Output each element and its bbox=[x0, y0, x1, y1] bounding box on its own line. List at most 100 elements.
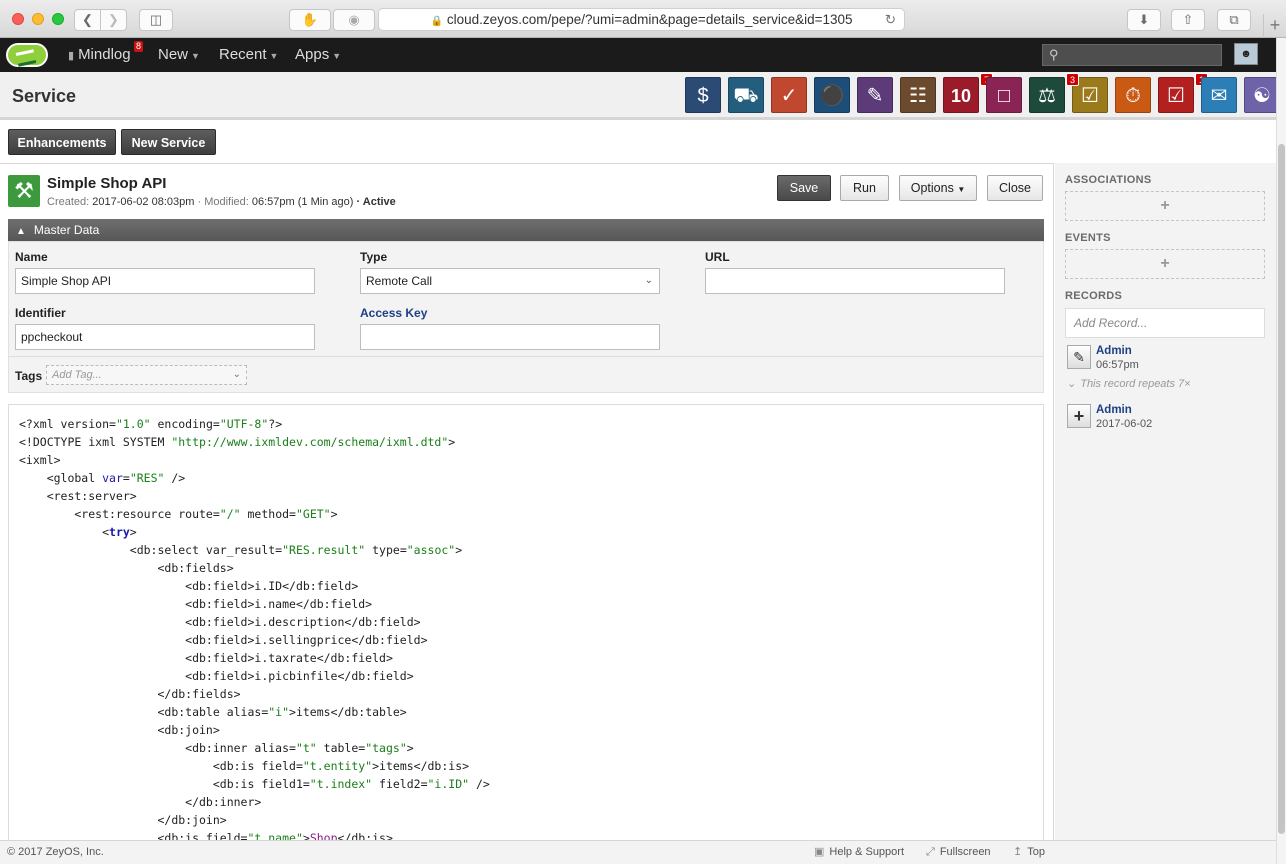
save-button[interactable]: Save bbox=[777, 175, 831, 201]
pencil-icon: ✎ bbox=[1067, 345, 1091, 369]
chevron-down-icon: ▼ bbox=[332, 51, 342, 61]
created-label: Created: bbox=[47, 196, 90, 208]
access-key-input[interactable] bbox=[360, 324, 660, 350]
modified-value: 06:57pm (1 Min ago) bbox=[251, 196, 354, 208]
mail-app-icon[interactable]: ✉ bbox=[1201, 77, 1237, 113]
repeat-note[interactable]: ⌄ This record repeats 7× bbox=[1067, 377, 1191, 390]
campaigns-badge: 3 bbox=[1066, 73, 1080, 86]
deals-app-icon[interactable]: ☯ bbox=[1244, 77, 1280, 113]
code-line: <db:select var_result="RES.result" type=… bbox=[19, 543, 463, 557]
record-author[interactable]: Admin bbox=[1096, 404, 1132, 416]
footer: © 2017 ZeyOS, Inc. ▣ Help & Support ⤢ Full… bbox=[0, 840, 1276, 864]
close-window-button[interactable] bbox=[12, 13, 24, 25]
url-input[interactable] bbox=[705, 268, 1005, 294]
code-line: <db:field>i.name</db:field> bbox=[19, 597, 373, 611]
sidebar-toggle-icon[interactable]: ◫ bbox=[139, 9, 173, 31]
top-link[interactable]: ↥ Top bbox=[1013, 841, 1045, 864]
code-line: <db:table alias="i">items</db:table> bbox=[19, 705, 407, 719]
support-app-icon[interactable]: ⚫ bbox=[814, 77, 850, 113]
contracts-app-icon[interactable]: ✎ bbox=[857, 77, 893, 113]
help-support-link[interactable]: ▣ Help & Support bbox=[814, 841, 904, 864]
extension-icon[interactable]: ✋ bbox=[289, 9, 331, 31]
options-button[interactable]: Options ▼ bbox=[899, 175, 977, 201]
share-icon[interactable]: ⇧ bbox=[1171, 9, 1205, 31]
code-line: <db:is field="t.entity">items</db:is> bbox=[19, 759, 470, 773]
add-record-input[interactable]: Add Record... bbox=[1065, 308, 1265, 338]
add-association-button[interactable]: + bbox=[1065, 191, 1265, 221]
deliveries-app-icon[interactable]: ⛟ bbox=[728, 77, 764, 113]
type-select[interactable]: Remote Call ⌄ bbox=[360, 268, 660, 294]
tags-input[interactable]: Add Tag... ⌄ bbox=[46, 365, 247, 385]
back-icon[interactable]: ❮ bbox=[74, 9, 101, 31]
code-line: <try> bbox=[19, 525, 137, 539]
master-data-form: Name Simple Shop API Type Remote Call ⌄ U… bbox=[8, 241, 1044, 393]
chevron-down-icon: ⌄ bbox=[1067, 378, 1077, 390]
calendar-day: 10 bbox=[950, 86, 972, 106]
tab-new-service[interactable]: New Service bbox=[121, 129, 216, 155]
scrollbar-thumb[interactable] bbox=[1278, 144, 1285, 834]
lock-icon: 🔒 bbox=[430, 16, 443, 27]
tasks-app-icon[interactable]: ✓ bbox=[771, 77, 807, 113]
global-search-input[interactable]: ⚲ bbox=[1042, 44, 1222, 66]
run-button[interactable]: Run bbox=[840, 175, 889, 201]
url-text: cloud.zeyos.com/pepe/?umi=admin&page=det… bbox=[446, 12, 853, 27]
page-scrollbar[interactable] bbox=[1276, 38, 1286, 864]
page-header: Service $ ⛟ ✓ ⚫ ✎ ☷ 10 7 □ ⚖ ☑ 3 ⏱ ☑ 1 ✉… bbox=[0, 72, 1280, 120]
forward-icon[interactable]: ❯ bbox=[100, 9, 127, 31]
expand-icon: ⤢ bbox=[926, 846, 935, 858]
records-label: RECORDS bbox=[1065, 290, 1123, 302]
documents-app-icon[interactable]: ☑ bbox=[1158, 77, 1194, 113]
record-title: Simple Shop API bbox=[47, 175, 167, 192]
mindlog-badge: 8 bbox=[134, 41, 144, 52]
chevron-down-icon: ▼ bbox=[191, 51, 200, 61]
events-label: EVENTS bbox=[1065, 232, 1111, 244]
tabs-overview-icon[interactable]: ⧉ bbox=[1217, 9, 1251, 31]
close-button[interactable]: Close bbox=[987, 175, 1043, 201]
tab-enhancements[interactable]: Enhancements bbox=[8, 129, 116, 155]
new-tab-icon[interactable]: + bbox=[1263, 14, 1286, 38]
access-key-label: Access Key bbox=[360, 306, 428, 320]
download-icon[interactable]: ⬇ bbox=[1127, 9, 1161, 31]
code-line: <!DOCTYPE ixml SYSTEM "http://www.ixmlde… bbox=[19, 435, 456, 449]
new-menu-label: New bbox=[158, 46, 189, 63]
calendar-app-icon[interactable]: 10 bbox=[943, 77, 979, 113]
code-line: </db:inner> bbox=[19, 795, 262, 809]
new-menu[interactable]: New ▼ bbox=[158, 38, 200, 72]
user-avatar[interactable]: ☻ bbox=[1234, 43, 1258, 65]
sales-app-icon[interactable]: □ bbox=[986, 77, 1022, 113]
type-label: Type bbox=[360, 250, 388, 264]
page-title: Service bbox=[12, 86, 77, 106]
shop-app-icon[interactable]: ⚖ bbox=[1029, 77, 1065, 113]
chevron-down-icon: ⌄ bbox=[232, 369, 241, 380]
chat-icon: ▮ bbox=[68, 50, 75, 62]
recent-menu[interactable]: Recent ▼ bbox=[219, 38, 278, 72]
code-line: <db:join> bbox=[19, 723, 220, 737]
name-label: Name bbox=[15, 250, 48, 264]
top-label: Top bbox=[1027, 846, 1045, 858]
code-line: <ixml> bbox=[19, 453, 61, 467]
fullscreen-link[interactable]: ⤢ Fullscreen bbox=[926, 841, 991, 864]
code-line: <db:field>i.taxrate</db:field> bbox=[19, 651, 393, 665]
add-event-button[interactable]: + bbox=[1065, 249, 1265, 279]
app-navbar: ▮ Mindlog 8 New ▼ Recent ▼ Apps ▼ ⚲ ☻ bbox=[0, 38, 1276, 72]
payments-app-icon[interactable]: $ bbox=[685, 77, 721, 113]
contacts-app-icon[interactable]: ☷ bbox=[900, 77, 936, 113]
master-data-header[interactable]: ▲ Master Data bbox=[8, 219, 1044, 241]
code-editor[interactable]: <?xml version="1.0" encoding="UTF-8"?> <!… bbox=[8, 404, 1044, 844]
record-author[interactable]: Admin bbox=[1096, 345, 1132, 357]
zoom-window-button[interactable] bbox=[52, 13, 64, 25]
zeyos-logo[interactable] bbox=[6, 43, 48, 67]
code-line: <rest:server> bbox=[19, 489, 137, 503]
ghost-extension-icon[interactable]: ◉ bbox=[333, 9, 375, 31]
timer-app-icon[interactable]: ⏱ bbox=[1115, 77, 1151, 113]
address-bar[interactable]: 🔒 cloud.zeyos.com/pepe/?umi=admin&page=de… bbox=[378, 8, 905, 31]
mindlog-menu[interactable]: ▮ Mindlog bbox=[68, 38, 131, 72]
reload-icon[interactable]: ↻ bbox=[885, 9, 896, 31]
fullscreen-label: Fullscreen bbox=[939, 846, 991, 858]
url-label: URL bbox=[705, 250, 730, 264]
identifier-input[interactable]: ppcheckout bbox=[15, 324, 315, 350]
name-input[interactable]: Simple Shop API bbox=[15, 268, 315, 294]
section-title: Master Data bbox=[33, 223, 100, 237]
apps-menu[interactable]: Apps ▼ bbox=[295, 38, 341, 72]
minimize-window-button[interactable] bbox=[32, 13, 44, 25]
